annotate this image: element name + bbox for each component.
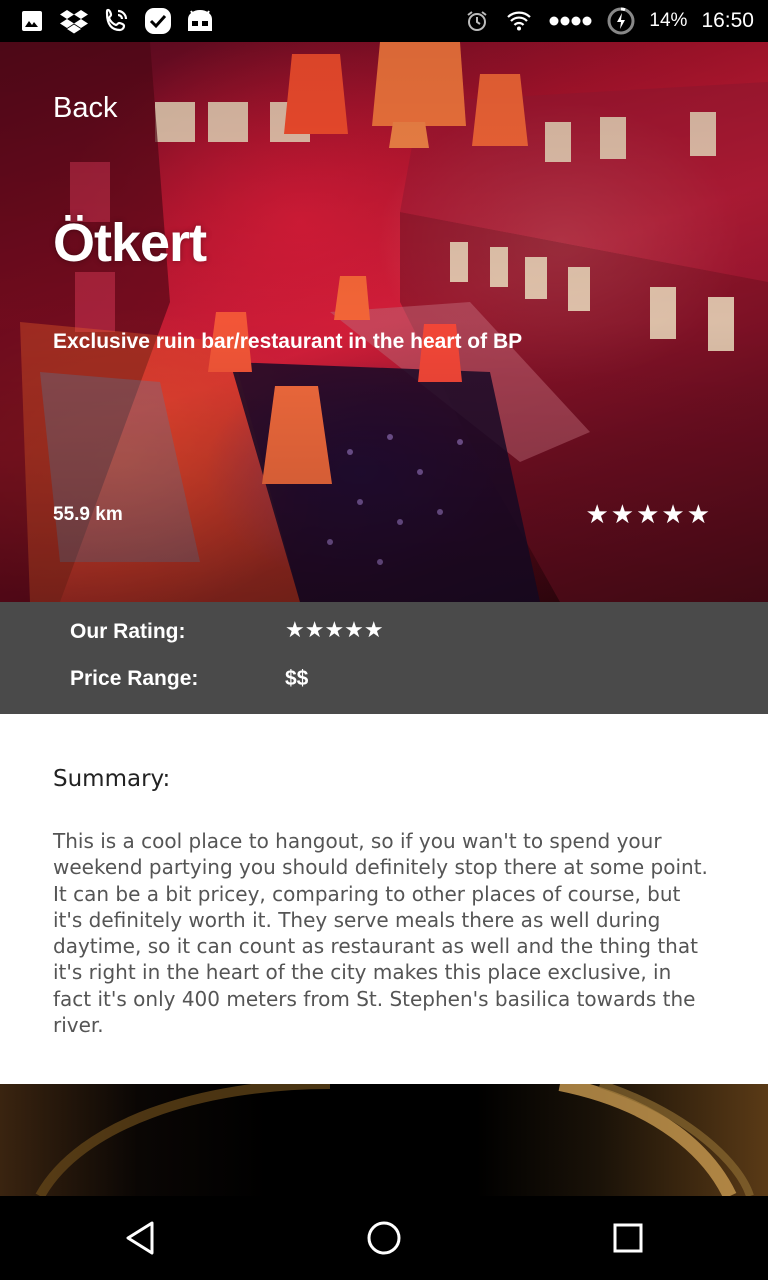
back-button[interactable]: Back (53, 92, 117, 125)
info-panel: Our Rating: ★★★★★ Price Range: $$ (0, 602, 768, 714)
navigation-bar (0, 1196, 768, 1280)
gallery-photo (35, 1084, 754, 1196)
tasks-check-icon (144, 7, 172, 35)
gallery-image[interactable] (0, 1084, 768, 1196)
home-nav-icon[interactable] (362, 1216, 406, 1260)
rating-row: Our Rating: ★★★★★ (70, 618, 710, 650)
place-subtitle: Exclusive ruin bar/restaurant in the hea… (53, 330, 523, 353)
signal-dots-icon (547, 7, 593, 35)
battery-charging-icon (607, 7, 635, 35)
price-value: $$ (285, 667, 309, 690)
hero-star-rating: ★★★★★ (585, 500, 712, 530)
distance-label: 55.9 km (53, 504, 123, 525)
notification-icons (18, 6, 214, 36)
place-title: Ötkert (53, 213, 207, 273)
price-label: Price Range: (70, 667, 199, 690)
battery-percent: 14% (649, 10, 688, 31)
summary-text: This is a cool place to hangout, so if y… (53, 829, 708, 1038)
status-bar: 14% 16:50 (0, 0, 768, 42)
gallery-icon (18, 7, 46, 35)
summary-section: Summary: This is a cool place to hangout… (0, 714, 768, 1084)
android-bot-icon (186, 7, 214, 35)
recents-nav-icon[interactable] (606, 1216, 650, 1260)
clock: 16:50 (701, 9, 754, 32)
back-nav-icon[interactable] (118, 1216, 162, 1260)
hero-image: Back Ötkert Exclusive ruin bar/restauran… (0, 42, 768, 602)
summary-title: Summary: (53, 766, 171, 792)
wifi-icon (505, 7, 533, 35)
price-row: Price Range: $$ (70, 667, 710, 697)
dropbox-icon (60, 7, 88, 35)
alarm-icon (463, 7, 491, 35)
rating-stars: ★★★★★ (285, 618, 384, 643)
system-icons: 14% 16:50 (463, 6, 754, 36)
wifi-calling-icon (102, 7, 130, 35)
rating-label: Our Rating: (70, 620, 186, 643)
